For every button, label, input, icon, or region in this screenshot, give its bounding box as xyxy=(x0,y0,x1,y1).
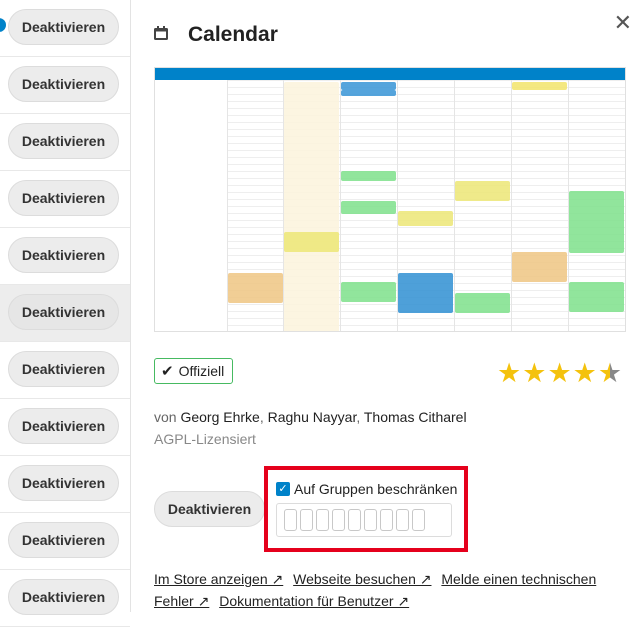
deactivate-button[interactable]: Deaktivieren xyxy=(8,294,119,330)
event-block xyxy=(284,82,339,331)
deactivate-button[interactable]: Deaktivieren xyxy=(8,180,119,216)
deactivate-button[interactable]: Deaktivieren xyxy=(8,9,119,45)
event-block xyxy=(341,282,396,302)
deactivate-button[interactable]: Deaktivieren xyxy=(154,491,265,527)
input-placeholder-block xyxy=(300,509,313,531)
deactivate-button[interactable]: Deaktivieren xyxy=(8,522,119,558)
event-block xyxy=(455,293,510,313)
star-icon: ★ xyxy=(522,358,547,388)
event-block xyxy=(512,82,567,90)
author-name: Raghu Nayyar xyxy=(267,409,357,425)
app-row[interactable]: Deaktivieren xyxy=(0,57,130,114)
star-icon: ★ xyxy=(572,358,597,388)
app-screenshot xyxy=(154,67,626,332)
deactivate-button[interactable]: Deaktivieren xyxy=(8,408,119,444)
license-text: AGPL-Lizensiert xyxy=(154,431,256,447)
deactivate-button[interactable]: Deaktivieren xyxy=(8,465,119,501)
authors-prefix: von xyxy=(154,409,177,425)
event-block xyxy=(398,211,453,226)
event-block xyxy=(341,201,396,214)
input-placeholder-block xyxy=(380,509,393,531)
deactivate-button[interactable]: Deaktivieren xyxy=(8,579,119,615)
input-placeholder-block xyxy=(412,509,425,531)
event-block xyxy=(455,181,510,201)
event-block xyxy=(398,273,453,313)
website-link[interactable]: Webseite besuchen ↗ xyxy=(293,571,431,587)
screenshot-header-bar xyxy=(155,68,625,80)
input-placeholder-block xyxy=(316,509,329,531)
official-badge: ✔ Offiziell xyxy=(154,358,234,384)
half-star-icon: ★ xyxy=(597,358,623,388)
deactivate-button[interactable]: Deaktivieren xyxy=(8,351,119,387)
store-link[interactable]: Im Store anzeigen ↗ xyxy=(154,571,283,587)
app-row[interactable]: Deaktivieren xyxy=(0,342,130,399)
close-icon[interactable]: ✕ xyxy=(614,10,632,36)
star-icon: ★ xyxy=(497,358,522,388)
app-links: Im Store anzeigen ↗ Webseite besuchen ↗ … xyxy=(154,568,624,612)
event-block xyxy=(341,90,396,96)
app-row-selected[interactable]: Deaktivieren xyxy=(0,285,130,342)
user-docs-link[interactable]: Dokumentation für Benutzer ↗ xyxy=(219,593,409,609)
event-block xyxy=(569,282,624,312)
app-row[interactable]: Deaktivieren xyxy=(0,0,130,57)
app-row[interactable]: Deaktivieren xyxy=(0,399,130,456)
calendar-icon xyxy=(154,26,168,40)
app-row[interactable]: Deaktivieren xyxy=(0,456,130,513)
app-row[interactable]: Deaktivieren xyxy=(0,570,130,627)
author-name: Thomas Citharel xyxy=(363,409,467,425)
app-row[interactable]: Deaktivieren xyxy=(0,171,130,228)
deactivate-button[interactable]: Deaktivieren xyxy=(8,66,119,102)
authors-line: von Georg Ehrke, Raghu Nayyar, Thomas Ci… xyxy=(154,409,467,425)
screenshot-sidebar xyxy=(155,80,228,331)
input-placeholder-block xyxy=(396,509,409,531)
input-placeholder-block xyxy=(332,509,345,531)
grid-line xyxy=(511,80,512,331)
input-placeholder-block xyxy=(284,509,297,531)
rating-stars: ★ ★ ★ ★ ★ xyxy=(497,360,622,387)
app-row[interactable]: Deaktivieren xyxy=(0,513,130,570)
input-placeholder-block xyxy=(348,509,361,531)
group-select-input[interactable] xyxy=(276,503,452,537)
event-block xyxy=(284,232,339,252)
star-icon: ★ xyxy=(547,358,572,388)
deactivate-button[interactable]: Deaktivieren xyxy=(8,237,119,273)
event-block xyxy=(512,252,567,282)
input-placeholder-block xyxy=(364,509,377,531)
event-block xyxy=(341,82,396,90)
app-list: Deaktivieren Deaktivieren Deaktivieren D… xyxy=(0,0,131,627)
app-detail-sidebar: ✕ Calendar ✔ Offiziell ★ ★ ★ ★ ★ von Geo… xyxy=(131,0,640,612)
checkmark-icon: ✔ xyxy=(161,363,174,380)
event-block xyxy=(569,191,624,253)
restrict-groups-label[interactable]: Auf Gruppen beschränken xyxy=(294,481,457,497)
event-block xyxy=(228,273,283,303)
app-row[interactable]: Deaktivieren xyxy=(0,114,130,171)
badge-label: Offiziell xyxy=(178,363,225,379)
app-title: Calendar xyxy=(188,23,278,46)
deactivate-button[interactable]: Deaktivieren xyxy=(8,123,119,159)
restrict-groups-checkbox[interactable]: ✓ xyxy=(276,482,290,496)
app-row[interactable]: Deaktivieren xyxy=(0,228,130,285)
event-block xyxy=(341,171,396,181)
author-name: Georg Ehrke xyxy=(180,409,260,425)
